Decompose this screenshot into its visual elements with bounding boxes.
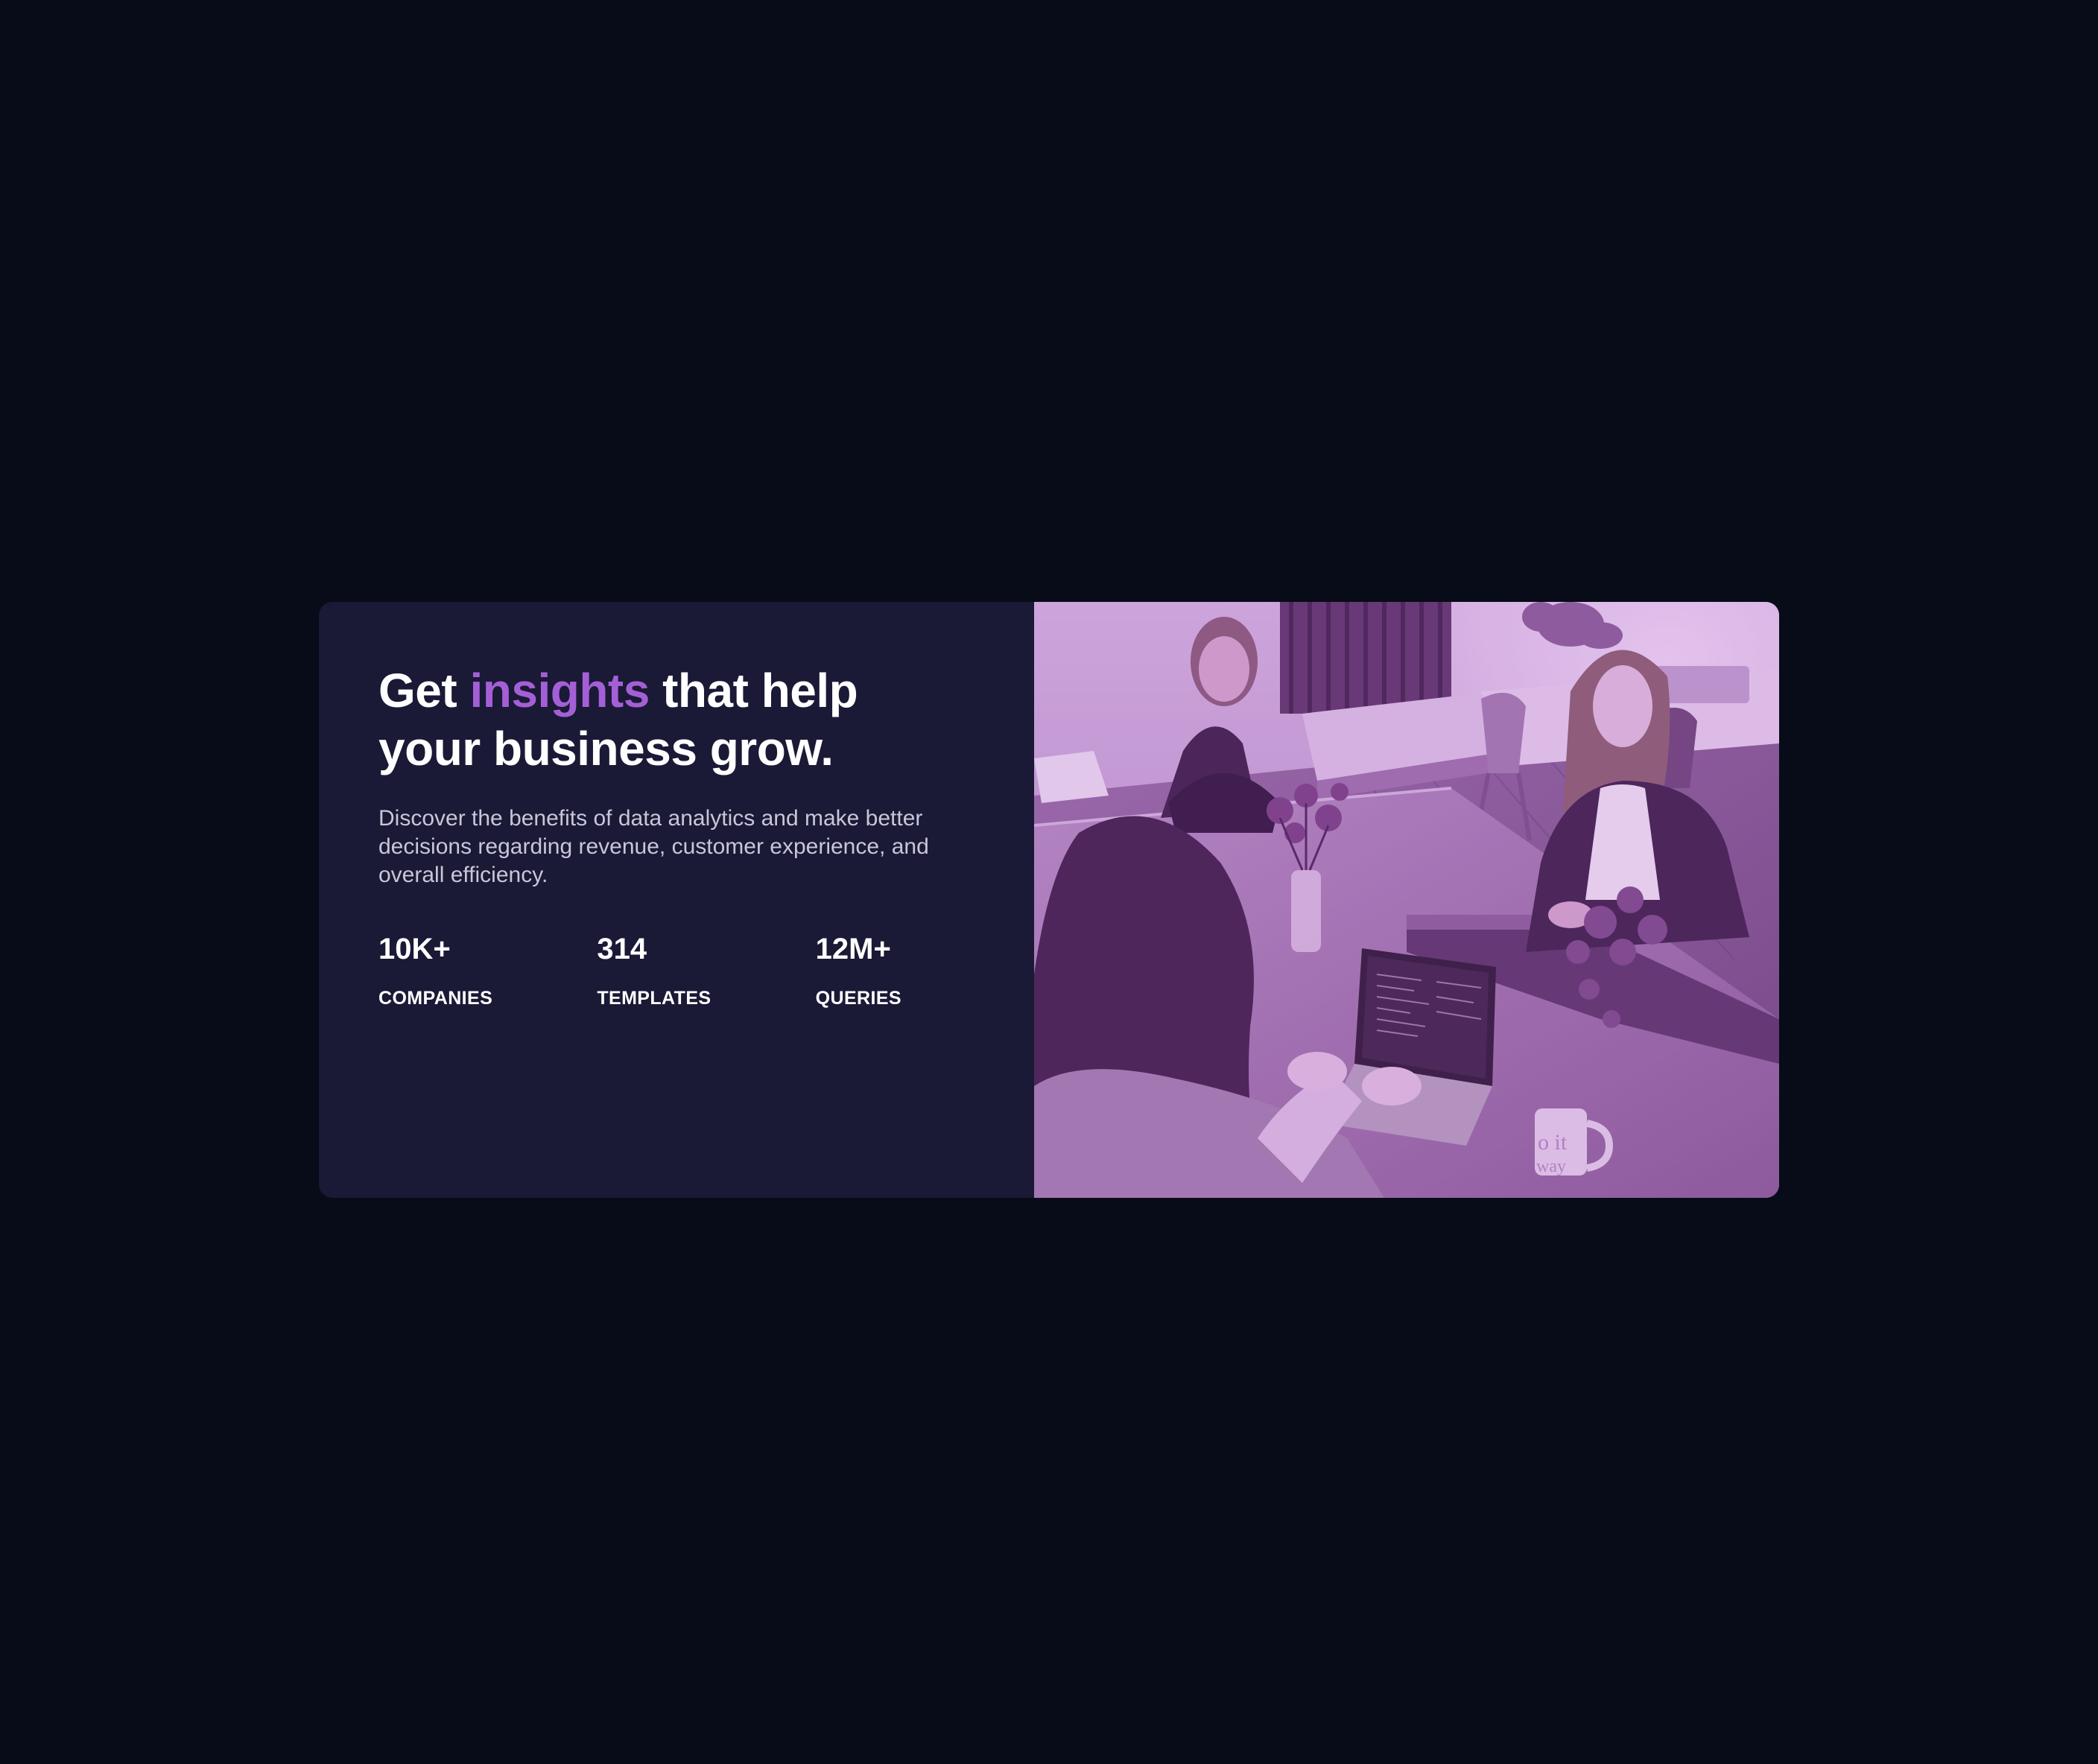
- stat-label: TEMPLATES: [597, 988, 712, 1009]
- stat-label: COMPANIES: [378, 988, 493, 1009]
- stat-templates: 314 TEMPLATES: [597, 931, 815, 1010]
- card-description: Discover the benefits of data analytics …: [378, 806, 929, 887]
- stats-row: 10K+ COMPANIES 314 TEMPLATES 12M+ QUERIE…: [378, 931, 1034, 1010]
- stat-companies: 10K+ COMPANIES: [378, 931, 597, 1010]
- team-photo-illustration: o it way: [1034, 602, 1779, 1198]
- purple-overlay: [1034, 602, 1779, 1198]
- stat-label: QUERIES: [815, 988, 901, 1009]
- title-accent-word: insights: [469, 664, 650, 717]
- stat-value: 10K+: [378, 933, 451, 965]
- team-photo: o it way: [1034, 602, 1779, 1198]
- stats-preview-card: Get insights that help your business gro…: [319, 602, 1779, 1198]
- stat-value: 314: [597, 933, 647, 965]
- stat-queries: 12M+ QUERIES: [816, 931, 1034, 1010]
- card-title: Get insights that help your business gro…: [378, 662, 945, 778]
- stat-value: 12M+: [815, 933, 891, 965]
- card-content: Get insights that help your business gro…: [319, 602, 1034, 1198]
- title-prefix: Get: [378, 664, 470, 717]
